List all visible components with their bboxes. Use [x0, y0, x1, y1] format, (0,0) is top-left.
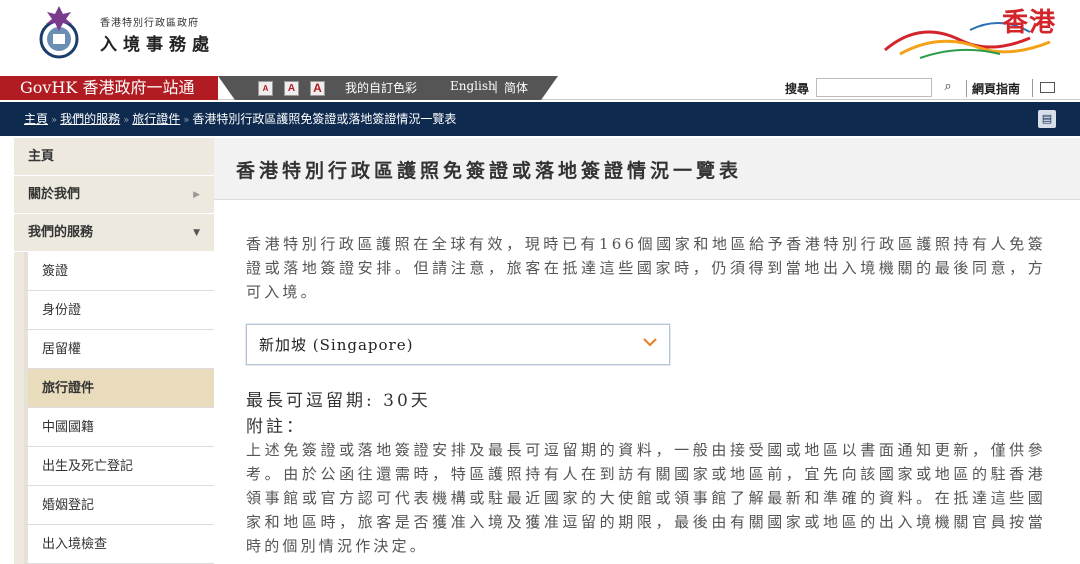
sidebar-item-our-services[interactable]: 我們的服務 ▼: [14, 214, 214, 252]
site-guide-link[interactable]: 網頁指南: [966, 80, 1020, 97]
immd-emblem-icon[interactable]: [34, 4, 84, 64]
search-input[interactable]: [816, 78, 932, 97]
sidebar-item-immigration-control[interactable]: 出入境檢查: [24, 525, 214, 564]
search-label: 搜尋: [785, 82, 810, 96]
font-size-medium-button[interactable]: A: [284, 81, 299, 96]
main-content: 香港特別行政區護照在全球有效，現時已有166個國家和地區給予香港特別行政區護照持…: [246, 232, 1046, 555]
breadcrumb-services[interactable]: 我們的服務: [60, 112, 120, 126]
country-select-value: 新加坡 (Singapore): [259, 336, 414, 354]
sidebar-item-right-of-abode[interactable]: 居留權: [24, 330, 214, 369]
brand-hong-kong-logo[interactable]: 香港: [1002, 2, 1056, 39]
sidebar-item-chinese-nationality[interactable]: 中國國籍: [24, 408, 214, 447]
chevron-down-icon: [643, 338, 657, 347]
site-header: 香港特別行政區政府 入境事務處 香港: [0, 0, 1080, 74]
sidebar-nav: 主頁 關於我們 ▶ 我們的服務 ▼ 簽證 身份證 居留權 旅行證件 中國國籍 出…: [14, 138, 214, 564]
font-size-large-button[interactable]: A: [310, 81, 325, 96]
note-paragraph: 上述免簽證或落地簽證安排及最長可逗留期的資料，一般由接受國或地區以書面通知更新，…: [246, 441, 1046, 555]
breadcrumb-separator-icon: »: [51, 115, 58, 126]
department-name[interactable]: 入境事務處: [100, 30, 215, 55]
page-title-bar: 香港特別行政區護照免簽證或落地簽證情況一覽表: [214, 138, 1080, 200]
govhk-bar: GovHK 香港政府一站通 A A A 我的自訂色彩 English | 简体 …: [0, 76, 1080, 100]
mail-icon[interactable]: [1032, 79, 1056, 97]
breadcrumb-home[interactable]: 主頁: [24, 112, 48, 126]
sidebar-item-label: 主頁: [28, 149, 55, 164]
government-name: 香港特別行政區政府: [100, 18, 199, 29]
country-select[interactable]: 新加坡 (Singapore): [246, 324, 670, 365]
custom-colour-link[interactable]: 我的自訂色彩: [345, 79, 417, 96]
breadcrumb: 主頁» 我們的服務» 旅行證件» 香港特別行政區護照免簽證或落地簽證情況一覽表 ▤: [0, 102, 1080, 136]
sidebar-item-births-deaths[interactable]: 出生及死亡登記: [24, 447, 214, 486]
sidebar-item-marriage[interactable]: 婚姻登記: [24, 486, 214, 525]
language-separator: |: [494, 79, 499, 93]
sidebar-item-identity-cards[interactable]: 身份證: [24, 291, 214, 330]
english-link[interactable]: English: [450, 79, 496, 93]
sidebar-item-label: 我們的服務: [28, 225, 94, 240]
sidebar-item-travel-documents[interactable]: 旅行證件: [24, 369, 214, 408]
sidebar-item-about-us[interactable]: 關於我們 ▶: [14, 176, 214, 214]
simplified-chinese-link[interactable]: 简体: [504, 79, 528, 96]
sidebar-item-visas[interactable]: 簽證: [24, 252, 214, 291]
print-icon[interactable]: ▤: [1038, 110, 1056, 128]
breadcrumb-travel-documents[interactable]: 旅行證件: [132, 112, 180, 126]
breadcrumb-separator-icon: »: [123, 115, 130, 126]
govhk-link[interactable]: GovHK 香港政府一站通: [0, 76, 218, 100]
search-icon[interactable]: ⌕: [938, 79, 958, 97]
breadcrumb-current: 香港特別行政區護照免簽證或落地簽證情況一覽表: [192, 112, 457, 126]
sidebar-item-label: 關於我們: [28, 187, 81, 202]
sidebar-item-home[interactable]: 主頁: [14, 138, 214, 176]
note-heading: 附註：: [246, 417, 306, 437]
font-size-small-button[interactable]: A: [258, 81, 273, 96]
page-title: 香港特別行政區護照免簽證或落地簽證情況一覽表: [236, 160, 743, 182]
chevron-down-icon: ▼: [193, 228, 200, 238]
intro-paragraph: 香港特別行政區護照在全球有效，現時已有166個國家和地區給予香港特別行政區護照持…: [246, 235, 1046, 301]
max-stay-text: 最長可逗留期: 30天: [246, 391, 431, 411]
chevron-right-icon: ▶: [193, 190, 200, 200]
breadcrumb-separator-icon: »: [183, 115, 190, 126]
